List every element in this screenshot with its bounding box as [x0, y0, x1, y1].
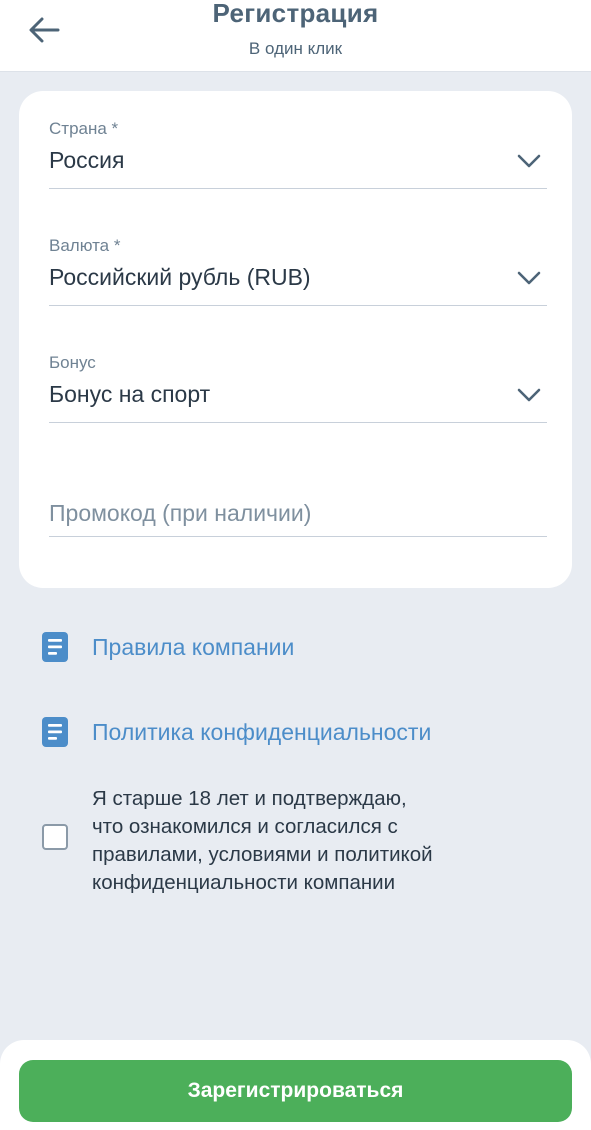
chevron-down-icon — [517, 388, 541, 402]
bonus-value: Бонус на спорт — [49, 381, 211, 407]
document-icon — [42, 632, 68, 662]
bonus-select[interactable]: Бонус Бонус на спорт — [49, 353, 547, 423]
consent-line: что ознакомился и согласился с — [92, 815, 398, 838]
chevron-down-icon — [517, 154, 541, 168]
age-consent-checkbox[interactable] — [42, 824, 68, 850]
privacy-policy-link[interactable]: Политика конфиденциальности — [42, 715, 431, 749]
country-select[interactable]: Страна * Россия — [49, 119, 547, 189]
currency-value: Российский рубль (RUB) — [49, 264, 311, 290]
currency-label: Валюта * — [49, 236, 121, 255]
document-icon — [42, 717, 68, 747]
page-title: Регистрация — [212, 0, 379, 28]
header-bar: Регистрация В один клик — [0, 0, 591, 72]
consent-line: конфиденциальности компании — [92, 871, 396, 894]
company-rules-label: Правила компании — [92, 633, 295, 660]
promo-code-input[interactable] — [49, 493, 547, 533]
privacy-policy-label: Политика конфиденциальности — [92, 718, 432, 745]
page-subtitle: В один клик — [248, 39, 343, 58]
country-value: Россия — [49, 147, 125, 173]
currency-select[interactable]: Валюта * Российский рубль (RUB) — [49, 236, 547, 306]
consent-line: правилами, условиями и политикой — [92, 843, 433, 866]
company-rules-link[interactable]: Правила компании — [42, 630, 294, 664]
chevron-down-icon — [517, 271, 541, 285]
bonus-label: Бонус — [49, 353, 96, 372]
promo-code-field — [49, 473, 547, 537]
country-label: Страна * — [49, 119, 119, 138]
consent-line: Я старше 18 лет и подтверждаю, — [92, 787, 407, 810]
registration-form-card: Страна * Россия Валюта * Российский рубл… — [19, 91, 572, 588]
register-button[interactable]: Зарегистрироваться — [19, 1060, 572, 1122]
age-consent-text: Я старше 18 лет и подтверждаю, что ознак… — [92, 785, 512, 897]
